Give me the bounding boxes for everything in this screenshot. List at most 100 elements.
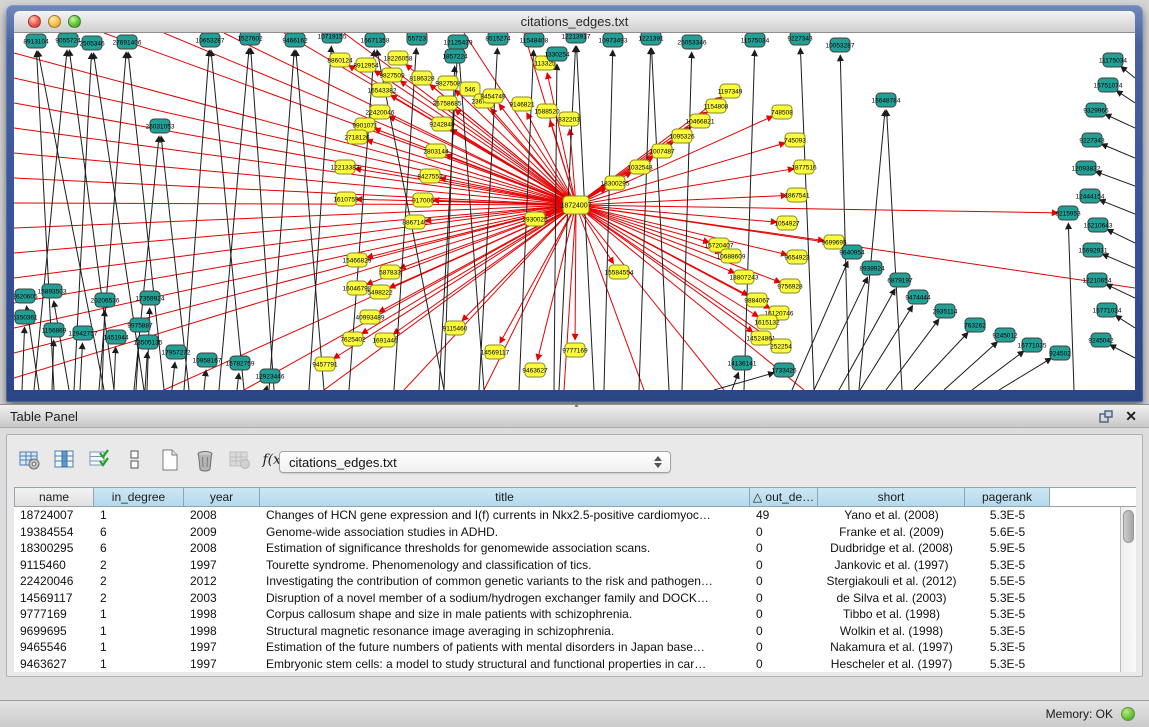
graph-node[interactable]: 11575034	[741, 33, 770, 47]
table-cell[interactable]: Jankovic et al. (1997)	[818, 558, 965, 572]
network-view-window[interactable]: citations_edges.txt 88601248912954182260…	[6, 5, 1143, 402]
citation-edge-red[interactable]	[576, 205, 752, 332]
graph-node[interactable]: 16671358	[361, 33, 390, 47]
citation-edge-black[interactable]	[1068, 224, 1074, 390]
citation-edge-black[interactable]	[237, 374, 239, 390]
table-selector-dropdown[interactable]: citations_edges.txt	[279, 451, 671, 473]
table-cell[interactable]: 5.3E-5	[965, 607, 1050, 621]
graph-node[interactable]: 1615132	[754, 315, 780, 329]
graph-node[interactable]: 12093832	[1072, 161, 1101, 175]
table-cell[interactable]: 22420046	[14, 574, 94, 588]
graph-node[interactable]: 15584554	[605, 265, 634, 279]
network-graph[interactable]: 8860124891295418226058982750981863289827…	[14, 33, 1135, 390]
citation-edge-black[interactable]	[886, 320, 938, 390]
table-cell[interactable]: 0	[750, 558, 818, 572]
table-cell[interactable]: 2008	[184, 508, 260, 522]
table-cell[interactable]: 1998	[184, 624, 260, 638]
table-cell[interactable]: 2003	[184, 591, 260, 605]
citation-edge-red[interactable]	[14, 205, 576, 303]
citation-edge-red[interactable]	[14, 205, 576, 228]
citation-edge-black[interactable]	[732, 373, 738, 390]
citation-edge-black[interactable]	[1096, 172, 1135, 186]
citation-edge-black[interactable]	[1102, 144, 1135, 158]
table-cell[interactable]: Dudbridge et al. (2008)	[818, 541, 965, 555]
select-all-icon[interactable]	[85, 446, 114, 474]
table-cell[interactable]: 9115460	[14, 558, 94, 572]
table-cell[interactable]: Structural magnetic resonance image aver…	[260, 624, 750, 638]
graph-node[interactable]: 1330254	[544, 47, 570, 61]
graph-node[interactable]: 10719155	[318, 33, 347, 43]
column-header-title[interactable]: title	[260, 487, 750, 507]
graph-node[interactable]: 8215953	[1055, 206, 1081, 220]
graph-node[interactable]: 18226058	[384, 51, 413, 65]
graph-node[interactable]: 20206536	[91, 293, 120, 307]
graph-node[interactable]: 9654923	[784, 250, 810, 264]
graph-node[interactable]: 10466821	[686, 114, 715, 128]
table-cell[interactable]: 0	[750, 607, 818, 621]
graph-node[interactable]: 745093	[784, 133, 806, 147]
graph-node[interactable]: 8867140	[402, 215, 428, 229]
minimize-window-button[interactable]	[48, 15, 61, 28]
table-cell[interactable]: 9699695	[14, 624, 94, 638]
graph-node[interactable]: 8860124	[327, 53, 353, 67]
graph-node[interactable]: 9146821	[509, 97, 535, 111]
graph-node[interactable]: 10053287	[826, 38, 855, 52]
graph-node[interactable]: 832203	[558, 112, 580, 126]
table-scrollbar[interactable]	[1120, 507, 1136, 672]
graph-node[interactable]: 6879197	[887, 273, 913, 287]
graph-node[interactable]: 1527602	[237, 33, 263, 45]
table-cell[interactable]: 18300295	[14, 541, 94, 555]
citation-edge-black[interactable]	[22, 328, 25, 390]
citation-edge-black[interactable]	[211, 51, 244, 390]
graph-node[interactable]: 9975887	[127, 318, 153, 332]
citation-edge-black[interactable]	[800, 49, 814, 390]
citation-edge-black[interactable]	[269, 51, 294, 390]
table-cell[interactable]: 5.5E-5	[965, 574, 1050, 588]
graph-node[interactable]: 9055724	[55, 33, 81, 47]
graph-node[interactable]: 1221391	[638, 33, 664, 45]
graph-node[interactable]: 15751074	[1094, 78, 1123, 92]
table-cell[interactable]: 1998	[184, 607, 260, 621]
table-cell[interactable]: 0	[750, 591, 818, 605]
table-cell[interactable]: 5.9E-5	[965, 541, 1050, 555]
graph-node[interactable]: 9884067	[744, 293, 770, 307]
table-row[interactable]: 1872400712008Changes of HCN gene express…	[14, 507, 1136, 524]
graph-node[interactable]: 16543382	[368, 83, 397, 97]
panel-resize-handle[interactable]: ▴	[575, 401, 584, 408]
table-cell[interactable]: Corpus callosum shape and size in male p…	[260, 607, 750, 621]
window-titlebar[interactable]: citations_edges.txt	[14, 11, 1135, 33]
table-cell[interactable]: 1997	[184, 657, 260, 671]
graph-node[interactable]: 1156869	[42, 323, 67, 337]
citation-edge-black[interactable]	[577, 47, 594, 390]
table-cell[interactable]: 9465546	[14, 640, 94, 654]
graph-node[interactable]: 2935114	[933, 304, 958, 318]
table-cell[interactable]: Nakamura et al. (1997)	[818, 640, 965, 654]
table-cell[interactable]: Estimation of significance thresholds fo…	[260, 541, 750, 555]
table-cell[interactable]: 9777169	[14, 607, 94, 621]
graph-node[interactable]: 8913104	[23, 34, 49, 48]
graph-node[interactable]: 8515274	[485, 33, 511, 45]
table-row[interactable]: 2242004622012Investigating the contribut…	[14, 573, 1136, 590]
table-cell[interactable]: 5.3E-5	[965, 624, 1050, 638]
graph-node[interactable]: 11175034	[1099, 53, 1127, 67]
table-cell[interactable]: Tourette syndrome. Phenomenology and cla…	[260, 558, 750, 572]
clear-selection-icon[interactable]	[120, 446, 149, 474]
table-cell[interactable]: 2	[94, 574, 184, 588]
citation-edge-black[interactable]	[134, 137, 159, 390]
graph-node[interactable]: 9329966	[1083, 103, 1109, 117]
table-cell[interactable]: 1997	[184, 558, 260, 572]
graph-node[interactable]: 1032548	[627, 160, 653, 174]
graph-node[interactable]: 9115460	[443, 321, 468, 335]
graph-node[interactable]: 9474444	[905, 290, 931, 304]
table-cell[interactable]: Yano et al. (2008)	[818, 508, 965, 522]
table-cell[interactable]: 5.3E-5	[965, 591, 1050, 605]
graph-node[interactable]: 25053346	[678, 35, 707, 49]
graph-node[interactable]: 40993489	[356, 310, 385, 324]
citation-edge-black[interactable]	[887, 111, 902, 390]
table-row[interactable]: 1830029562008Estimation of significance …	[14, 540, 1136, 557]
delete-icon[interactable]	[190, 446, 219, 474]
graph-node[interactable]: 9242848	[429, 117, 455, 131]
column-header-short[interactable]: short	[818, 487, 965, 507]
graph-node[interactable]: 12923446	[256, 369, 285, 383]
table-cell[interactable]: 1	[94, 607, 184, 621]
